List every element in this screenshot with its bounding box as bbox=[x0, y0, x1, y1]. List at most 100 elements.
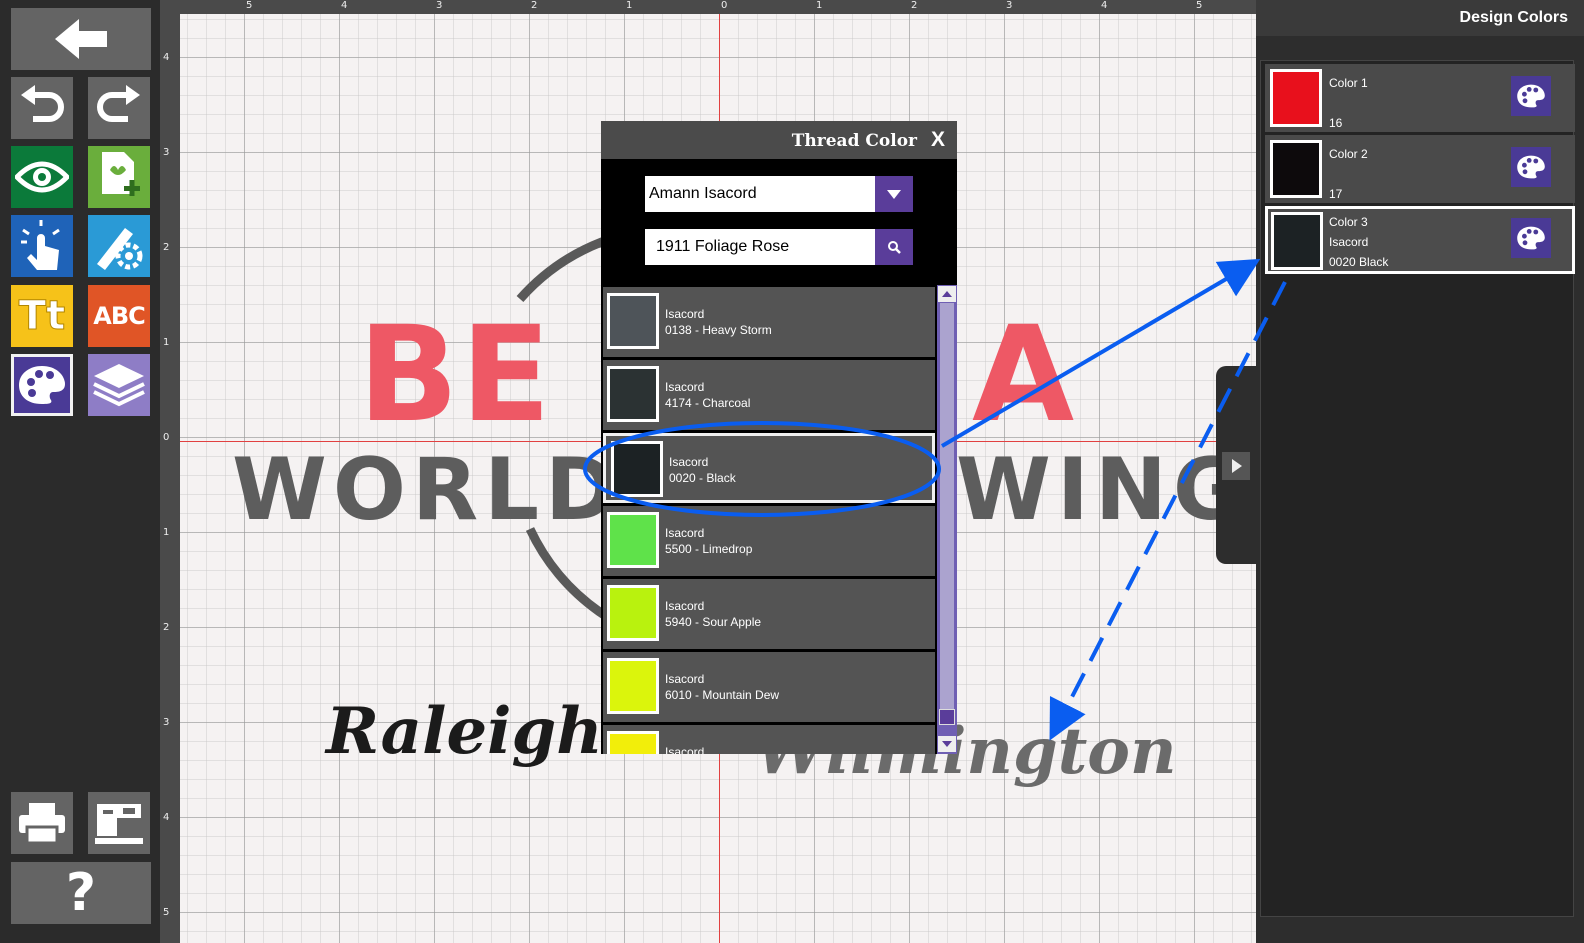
design-text-top-left[interactable]: BE bbox=[358, 298, 553, 452]
brand-dropdown-button[interactable] bbox=[875, 176, 913, 212]
send-to-machine-button[interactable] bbox=[88, 792, 150, 854]
panel-toggle-tab bbox=[1216, 366, 1256, 564]
ruler-label: 1 bbox=[626, 0, 633, 11]
ruler-label: 1 bbox=[163, 337, 170, 348]
thread-brand: Isacord bbox=[665, 672, 705, 686]
close-button[interactable]: X bbox=[931, 128, 945, 152]
thread-list-item[interactable]: Isacord 0138 - Heavy Storm bbox=[603, 287, 935, 357]
chevron-down-icon bbox=[942, 741, 952, 747]
thread-search-input[interactable]: 1911 Foliage Rose bbox=[645, 229, 875, 265]
color-code: 17 bbox=[1329, 187, 1343, 201]
thread-list: Isacord 0138 - Heavy Storm Isacord 4174 … bbox=[601, 285, 957, 754]
redo-icon bbox=[97, 85, 140, 122]
change-color-button[interactable] bbox=[1511, 76, 1551, 116]
left-toolbar: Tt ABC ? bbox=[0, 0, 160, 943]
edit-tools-button[interactable] bbox=[88, 215, 150, 277]
scroll-down-button[interactable] bbox=[938, 736, 956, 752]
thread-swatch bbox=[607, 658, 659, 714]
printer-icon bbox=[19, 803, 65, 845]
ruler-label: 2 bbox=[911, 0, 918, 11]
thread-swatch bbox=[607, 585, 659, 641]
color-code: 0020 Black bbox=[1329, 255, 1389, 269]
color-label: Color 3 bbox=[1329, 215, 1368, 229]
back-button[interactable] bbox=[11, 8, 151, 70]
color-swatch bbox=[1270, 140, 1322, 198]
thread-list-item[interactable]: Isacord 5940 - Sour Apple bbox=[603, 579, 935, 649]
design-colors-list: Color 1 16 Color 2 17 Color 3 Isacord 00… bbox=[1260, 60, 1575, 917]
thread-list-item[interactable]: Isacord 6010 - Mountain Dew bbox=[603, 652, 935, 722]
panel-title: Design Colors bbox=[1459, 9, 1568, 26]
thread-list-item-selected[interactable]: Isacord 0020 - Black bbox=[603, 433, 935, 503]
thread-name: 4174 - Charcoal bbox=[665, 396, 751, 410]
monogram-button[interactable]: ABC bbox=[88, 285, 150, 347]
ruler-label: 5 bbox=[246, 0, 253, 11]
ruler-label: 0 bbox=[721, 0, 728, 11]
chevron-up-icon bbox=[942, 291, 952, 297]
help-button[interactable]: ? bbox=[11, 862, 151, 924]
design-color-row-selected[interactable]: Color 3 Isacord 0020 Black bbox=[1265, 206, 1575, 274]
design-color-row[interactable]: Color 2 17 bbox=[1265, 135, 1575, 203]
color-code: 16 bbox=[1329, 116, 1343, 130]
design-text-top-right[interactable]: A bbox=[972, 298, 1076, 452]
change-color-button[interactable] bbox=[1511, 218, 1551, 258]
palette-icon bbox=[1517, 226, 1545, 250]
dialog-title: Thread Color bbox=[791, 131, 917, 151]
text-button[interactable]: Tt bbox=[11, 285, 73, 347]
ruler-label: 4 bbox=[163, 52, 170, 63]
colors-button[interactable] bbox=[11, 354, 73, 416]
thread-swatch bbox=[607, 293, 659, 349]
ruler-label: 0 bbox=[163, 432, 170, 443]
color-swatch bbox=[1271, 212, 1323, 270]
ruler-label: 4 bbox=[1101, 0, 1108, 11]
dialog-titlebar: Thread Color X bbox=[601, 121, 957, 159]
touch-select-icon bbox=[21, 220, 60, 270]
design-text-middle-right[interactable]: WING bbox=[956, 440, 1249, 540]
text-icon: Tt bbox=[18, 293, 66, 340]
search-icon bbox=[888, 241, 901, 254]
thread-name: 6010 - Mountain Dew bbox=[665, 688, 780, 702]
ruler-label: 3 bbox=[1006, 0, 1013, 11]
thread-brand: Isacord bbox=[665, 599, 705, 613]
ruler-label: 4 bbox=[163, 812, 170, 823]
thread-list-item[interactable]: Isacord 5500 - Limedrop bbox=[603, 506, 935, 576]
thread-brand-value: Amann Isacord bbox=[649, 185, 757, 202]
search-button[interactable] bbox=[875, 229, 913, 265]
thread-list-item[interactable]: Isacord 4174 - Charcoal bbox=[603, 360, 935, 430]
eye-icon bbox=[15, 161, 69, 193]
color-brand: Isacord bbox=[1329, 235, 1369, 249]
undo-icon bbox=[21, 85, 64, 122]
layers-button[interactable] bbox=[88, 354, 150, 416]
undo-button[interactable] bbox=[11, 77, 73, 139]
ruler-label: 1 bbox=[816, 0, 823, 11]
layers-icon bbox=[93, 364, 145, 407]
thread-brand-select[interactable]: Amann Isacord bbox=[645, 176, 875, 212]
print-button[interactable] bbox=[11, 792, 73, 854]
view-button[interactable] bbox=[11, 146, 73, 208]
thread-brand: Isacord bbox=[665, 526, 705, 540]
palette-icon bbox=[1517, 155, 1545, 179]
ruler-label: 3 bbox=[163, 147, 170, 158]
scroll-up-button[interactable] bbox=[938, 286, 956, 302]
thread-search-value: 1911 Foliage Rose bbox=[656, 238, 790, 255]
color-label: Color 2 bbox=[1329, 147, 1368, 161]
add-design-icon bbox=[102, 152, 140, 196]
design-script-left[interactable]: Raleigh bbox=[326, 694, 603, 769]
ruler-label: 3 bbox=[436, 0, 443, 11]
add-design-button[interactable] bbox=[88, 146, 150, 208]
thread-brand: Isacord bbox=[665, 745, 705, 754]
scroll-thumb[interactable] bbox=[939, 709, 955, 725]
change-color-button[interactable] bbox=[1511, 147, 1551, 187]
design-color-row[interactable]: Color 1 16 bbox=[1265, 64, 1575, 132]
expand-panel-button[interactable] bbox=[1222, 452, 1250, 480]
panel-header: Design Colors bbox=[1256, 0, 1584, 36]
thread-brand: Isacord bbox=[665, 307, 705, 321]
select-button[interactable] bbox=[11, 215, 73, 277]
scroll-track[interactable] bbox=[940, 303, 954, 723]
thread-list-item[interactable]: Isacord bbox=[603, 725, 935, 754]
thread-list-scrollbar[interactable] bbox=[937, 285, 957, 754]
ruler-label: 4 bbox=[341, 0, 348, 11]
redo-button[interactable] bbox=[88, 77, 150, 139]
color-label: Color 1 bbox=[1329, 76, 1368, 90]
design-text-middle-left[interactable]: WORLD bbox=[232, 440, 622, 540]
horizontal-ruler: 5 4 3 2 1 0 1 2 3 4 5 bbox=[180, 0, 1256, 14]
